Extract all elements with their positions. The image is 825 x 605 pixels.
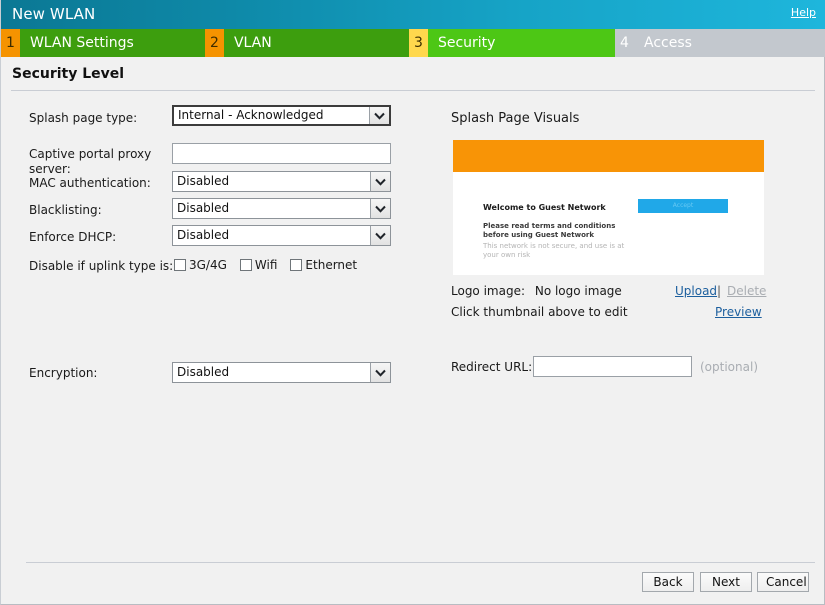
mac-authentication-value: Disabled — [177, 174, 230, 188]
chevron-down-icon — [370, 226, 390, 245]
enforce-dhcp-value: Disabled — [177, 228, 230, 242]
enforce-dhcp-select[interactable]: Disabled — [172, 225, 391, 246]
window-title: New WLAN — [12, 5, 96, 23]
blacklisting-value: Disabled — [177, 201, 230, 215]
splash-heading: Welcome to Guest Network — [483, 203, 606, 212]
checkbox-wifi-label: Wifi — [254, 258, 278, 272]
splash-page-thumbnail[interactable]: Welcome to Guest Network Please read ter… — [453, 140, 764, 275]
splash-terms-text: Please read terms and conditions before … — [483, 222, 616, 239]
encryption-label: Encryption: — [29, 366, 98, 380]
checkbox-ethernet-label: Ethernet — [305, 258, 358, 272]
redirect-url-input[interactable] — [533, 356, 692, 377]
step-label: Access — [634, 29, 825, 57]
enforce-dhcp-label: Enforce DHCP: — [29, 230, 117, 244]
wizard-step-access[interactable]: 4 Access — [615, 29, 825, 57]
footer-divider — [26, 562, 815, 563]
splash-page-type-select[interactable]: Internal - Acknowledged — [172, 105, 391, 126]
logo-image-value: No logo image — [534, 284, 622, 298]
mac-authentication-select[interactable]: Disabled — [172, 171, 391, 192]
captive-portal-proxy-label-line2: server: — [29, 162, 71, 176]
step-number: 3 — [409, 29, 428, 57]
title-bar: New WLAN Help — [1, 0, 825, 29]
checkbox-ethernet[interactable] — [290, 259, 303, 271]
splash-disclaimer-text: This network is not secure, and use is a… — [483, 242, 625, 259]
step-number: 4 — [615, 29, 634, 57]
wizard-steps: 1 WLAN Settings 2 VLAN 3 Security 4 Acce… — [1, 29, 825, 57]
redirect-url-optional-note: (optional) — [700, 360, 758, 374]
step-label: WLAN Settings — [19, 29, 205, 57]
uplink-type-checkbox-group: 3G/4G Wifi Ethernet — [174, 258, 370, 272]
thumbnail-hint: Click thumbnail above to edit — [451, 305, 628, 319]
step-label: Security — [427, 29, 615, 57]
checkbox-3g-4g[interactable] — [174, 259, 186, 271]
captive-portal-proxy-label-line1: Captive portal proxy — [29, 147, 152, 161]
new-wlan-wizard-window: New WLAN Help 1 WLAN Settings 2 VLAN 3 S… — [0, 0, 825, 605]
wizard-step-vlan[interactable]: 2 VLAN — [205, 29, 409, 57]
redirect-url-label: Redirect URL: — [451, 360, 533, 374]
step-number: 2 — [205, 29, 224, 57]
splash-accept-button[interactable]: Accept — [638, 199, 728, 213]
chevron-down-icon — [370, 172, 390, 191]
link-separator: | — [717, 284, 722, 298]
encryption-select[interactable]: Disabled — [172, 362, 391, 383]
chevron-down-icon — [370, 363, 390, 382]
help-link[interactable]: Help — [791, 6, 816, 19]
chevron-down-icon — [370, 199, 390, 218]
delete-link: Delete — [727, 284, 767, 298]
step-label: VLAN — [223, 29, 409, 57]
captive-portal-proxy-input[interactable] — [172, 143, 391, 164]
checkbox-3g-4g-label: 3G/4G — [189, 258, 227, 272]
upload-link[interactable]: Upload — [675, 284, 717, 298]
page-title: Security Level — [12, 66, 125, 82]
encryption-value: Disabled — [177, 365, 230, 379]
splash-page-type-value: Internal - Acknowledged — [178, 108, 324, 122]
step-number: 1 — [1, 29, 20, 57]
splash-banner — [453, 140, 764, 172]
blacklisting-select[interactable]: Disabled — [172, 198, 391, 219]
checkbox-wifi[interactable] — [239, 259, 252, 271]
blacklisting-label: Blacklisting: — [29, 203, 102, 217]
preview-link[interactable]: Preview — [715, 305, 762, 319]
splash-page-visuals-title: Splash Page Visuals — [451, 111, 580, 126]
wizard-step-security[interactable]: 3 Security — [409, 29, 615, 57]
mac-authentication-label: MAC authentication: — [29, 176, 151, 190]
header-divider — [11, 90, 815, 91]
logo-image-row: Logo image: No logo image — [451, 284, 622, 298]
back-button[interactable]: Back — [642, 572, 694, 592]
next-button[interactable]: Next — [700, 572, 752, 592]
wizard-step-wlan-settings[interactable]: 1 WLAN Settings — [1, 29, 205, 57]
disable-if-uplink-label: Disable if uplink type is: — [29, 259, 174, 273]
logo-image-label: Logo image: — [451, 284, 526, 298]
splash-page-type-label: Splash page type: — [29, 111, 138, 125]
cancel-button[interactable]: Cancel — [757, 572, 809, 592]
chevron-down-icon — [369, 107, 389, 124]
